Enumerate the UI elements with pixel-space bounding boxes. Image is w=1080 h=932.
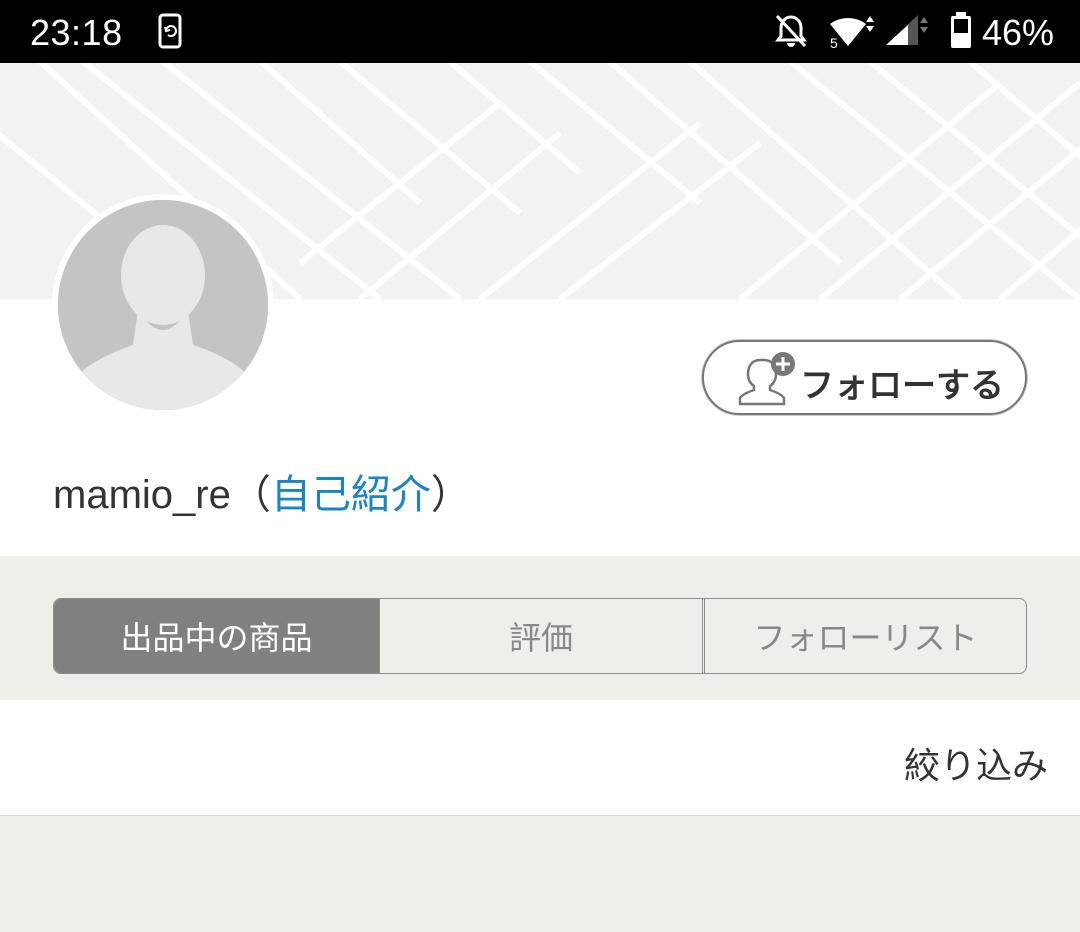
battery-percentage: 46% (982, 12, 1055, 53)
default-user-icon (58, 200, 268, 410)
tab-reviews[interactable]: 評価 (379, 599, 702, 673)
bell-off-icon (774, 13, 808, 53)
avatar[interactable] (52, 194, 274, 416)
username-line: mamio_re（自己紹介） (53, 462, 471, 520)
battery-icon (950, 11, 972, 53)
svg-text:5: 5 (830, 35, 838, 50)
self-intro-link[interactable]: 自己紹介 (271, 473, 431, 517)
sync-icon (158, 13, 182, 53)
filter-button[interactable]: 絞り込み (904, 737, 1048, 789)
username: mamio_re (53, 473, 231, 517)
follow-button-label: フォローする (800, 366, 1004, 406)
add-user-icon (738, 350, 798, 412)
tab-listed-items[interactable]: 出品中の商品 (54, 599, 379, 673)
filter-row: 絞り込み (0, 700, 1080, 816)
status-time: 23:18 (30, 12, 123, 53)
signal-icon (884, 13, 932, 53)
paren-close: ） (430, 473, 471, 517)
follow-button[interactable]: フォローする (702, 340, 1027, 415)
items-area (0, 816, 1080, 932)
paren-open: （ (230, 473, 271, 517)
tab-bar: 出品中の商品 評価 フォローリスト (53, 598, 1027, 674)
tab-follow-list[interactable]: フォローリスト (702, 599, 1026, 673)
wifi-icon: 5 (828, 12, 878, 54)
status-bar: 23:18 5 46% (0, 0, 1080, 63)
